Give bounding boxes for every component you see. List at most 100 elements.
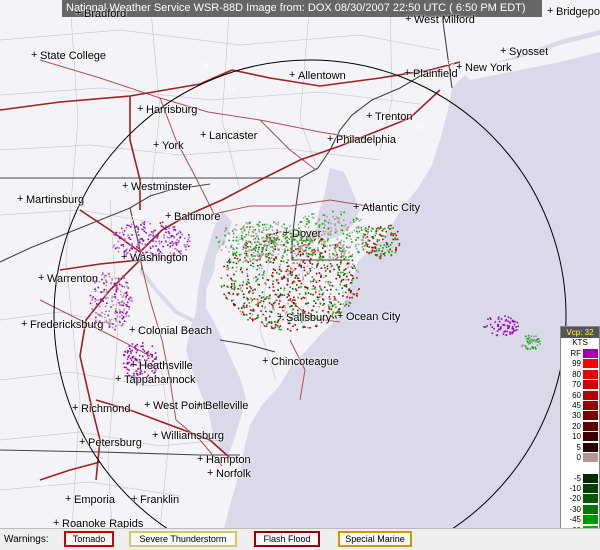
radar-echo-pixel [532, 335, 535, 338]
radar-echo-pixel [94, 290, 97, 292]
radar-echo-pixel [128, 315, 130, 317]
radar-echo-pixel [293, 281, 296, 283]
radar-echo-pixel [502, 333, 505, 335]
radar-echo-pixel [266, 246, 268, 249]
radar-echo-pixel [358, 251, 360, 254]
legend-row-label: 0 [576, 452, 581, 462]
radar-echo-pixel [372, 237, 374, 240]
radar-echo-pixel [362, 236, 365, 239]
radar-echo-pixel [148, 235, 150, 237]
radar-echo-pixel [274, 327, 276, 330]
radar-echo-pixel [292, 308, 295, 310]
city-colonial-beach: Colonial Beach [129, 324, 212, 337]
radar-echo-pixel [111, 323, 114, 325]
radar-echo-pixel [147, 357, 150, 360]
legend-row-label: 45 [572, 400, 581, 410]
radar-echo-pixel [126, 352, 129, 354]
radar-echo-pixel [313, 300, 315, 302]
radar-echo-pixel [303, 297, 306, 299]
radar-echo-pixel [277, 326, 279, 328]
radar-echo-pixel [390, 234, 392, 236]
city-chincoteague: Chincoteague [262, 355, 339, 368]
radar-echo-pixel [248, 228, 251, 231]
radar-echo-pixel [356, 277, 358, 279]
radar-echo-pixel [292, 325, 294, 327]
radar-echo-pixel [147, 354, 149, 357]
vcp-label: Vcp: 32 [561, 327, 599, 338]
radar-echo-pixel [323, 264, 326, 266]
radar-echo-pixel [346, 275, 348, 278]
radar-echo-pixel [262, 248, 264, 251]
radar-echo-pixel [348, 271, 351, 274]
radar-echo-pixel [263, 223, 266, 226]
radar-echo-pixel [338, 293, 340, 295]
radar-echo-pixel [127, 287, 130, 289]
radar-echo-pixel [298, 286, 300, 289]
special-marine-warning-button[interactable]: Special Marine [338, 531, 412, 547]
radar-echo-pixel [280, 276, 283, 279]
radar-echo-pixel [271, 226, 274, 228]
radar-echo-pixel [303, 239, 306, 242]
radar-echo-pixel [382, 235, 385, 237]
radar-echo-pixel [364, 234, 366, 236]
radar-echo-pixel [105, 275, 107, 277]
radar-echo-pixel [367, 228, 369, 231]
radar-echo-pixel [248, 302, 251, 304]
radar-echo-pixel [346, 227, 348, 229]
radar-echo-pixel [116, 284, 118, 287]
radar-echo-pixel [104, 313, 106, 316]
radar-echo-pixel [348, 304, 350, 307]
radar-echo-pixel [373, 242, 375, 245]
radar-echo-pixel [242, 305, 245, 307]
radar-echo-pixel [316, 264, 318, 266]
radar-echo-pixel [303, 244, 306, 247]
radar-echo-pixel [121, 296, 124, 298]
radar-echo-pixel [353, 265, 356, 267]
radar-echo-pixel [334, 223, 336, 225]
radar-echo-pixel [105, 291, 108, 293]
radar-echo-pixel [239, 259, 241, 261]
radar-echo-pixel [153, 235, 155, 238]
radar-echo-pixel [356, 230, 358, 233]
flash-flood-warning-button[interactable]: Flash Flood [254, 531, 320, 547]
radar-echo-pixel [311, 251, 314, 254]
radar-echo-pixel [245, 306, 248, 309]
radar-echo-pixel [290, 244, 293, 247]
radar-echo-pixel [347, 266, 350, 269]
radar-echo-pixel [284, 277, 287, 279]
legend-swatch [583, 463, 598, 474]
severe-thunderstorm-warning-button[interactable]: Severe Thunderstorm [129, 531, 237, 547]
radar-echo-pixel [100, 291, 102, 293]
radar-echo-pixel [228, 233, 231, 235]
radar-echo-pixel [297, 223, 300, 226]
radar-echo-pixel [105, 310, 107, 313]
radar-echo-pixel [165, 228, 167, 231]
radar-echo-pixel [243, 314, 245, 317]
radar-echo-pixel [289, 225, 291, 228]
radar-echo-pixel [160, 224, 162, 227]
radar-echo-pixel [278, 303, 280, 305]
radar-echo-pixel [294, 277, 297, 279]
radar-echo-pixel [357, 243, 360, 245]
radar-echo-pixel [183, 244, 186, 246]
radar-echo-pixel [294, 299, 296, 301]
radar-echo-pixel [306, 265, 309, 267]
radar-echo-pixel [299, 221, 302, 223]
radar-echo-pixel [313, 279, 316, 282]
radar-echo-pixel [509, 321, 511, 324]
radar-echo-pixel [302, 326, 305, 329]
radar-echo-pixel [273, 237, 275, 239]
radar-echo-pixel [144, 245, 147, 248]
radar-echo-pixel [119, 290, 122, 293]
radar-echo-pixel [252, 226, 254, 228]
radar-echo-pixel [384, 227, 386, 230]
radar-echo-pixel [246, 272, 248, 275]
radar-echo-pixel [188, 236, 191, 239]
radar-echo-pixel [351, 274, 354, 277]
tornado-warning-button[interactable]: Tornado [64, 531, 114, 547]
radar-echo-pixel [108, 318, 111, 321]
legend-swatch [583, 504, 598, 515]
radar-echo-pixel [357, 271, 359, 273]
radar-echo-pixel [94, 300, 97, 303]
radar-echo-pixel [226, 261, 229, 263]
